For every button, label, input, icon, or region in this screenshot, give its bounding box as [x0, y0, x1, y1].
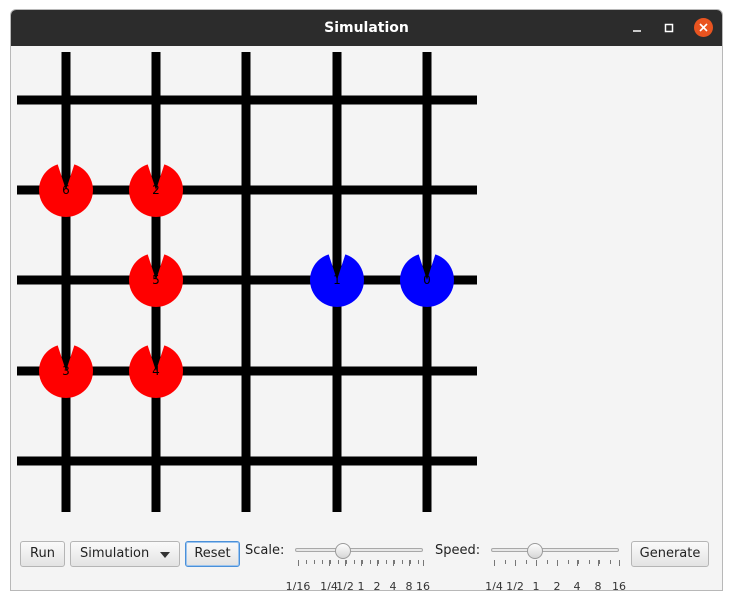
major-tick	[557, 560, 558, 566]
minor-tick	[322, 560, 323, 564]
major-tick	[536, 560, 537, 566]
major-tick	[598, 560, 599, 566]
agent-label: 6	[62, 183, 70, 197]
speed-label: Speed:	[435, 543, 481, 558]
tick-label: 4	[389, 580, 397, 591]
agent-label: 4	[152, 364, 160, 378]
maximize-button[interactable]	[659, 18, 679, 38]
speed-slider-track[interactable]	[491, 548, 619, 552]
run-button[interactable]: Run	[20, 541, 65, 567]
speed-slider-thumb[interactable]	[527, 543, 543, 559]
minor-tick	[370, 560, 371, 564]
minor-tick	[378, 560, 379, 564]
tick-label: 1/2	[336, 580, 354, 591]
minor-tick	[354, 560, 355, 564]
minor-tick	[418, 560, 419, 564]
scale-label: Scale:	[245, 543, 285, 558]
tick-label: 16	[612, 580, 626, 591]
agent-label: 0	[423, 273, 431, 287]
tick-label: 8	[594, 580, 602, 591]
tick-label: 2	[373, 580, 381, 591]
minor-tick	[505, 560, 506, 564]
major-tick	[345, 560, 346, 566]
agent-label: 3	[62, 364, 70, 378]
reset-button[interactable]: Reset	[185, 541, 240, 567]
major-tick	[619, 560, 620, 566]
major-tick	[361, 560, 362, 566]
major-tick	[393, 560, 394, 566]
tick-label: 1/2	[506, 580, 524, 591]
agent-label: 2	[152, 183, 160, 197]
minimize-button[interactable]	[627, 18, 647, 38]
minor-tick	[578, 560, 579, 564]
major-tick	[494, 560, 495, 566]
mode-select[interactable]: Simulation	[70, 541, 180, 567]
minor-tick	[526, 560, 527, 564]
scale-slider[interactable]: 1/16 1/4 1/2 1 2 4 8 16	[286, 543, 430, 590]
maximize-icon	[664, 23, 674, 33]
generate-button[interactable]: Generate	[631, 541, 709, 567]
speed-slider[interactable]: 1/4 1/2 1 2 4 8 16	[485, 543, 626, 590]
simulation-window: Simulation 6251034 Run Simulation Reset …	[10, 9, 723, 591]
close-icon	[699, 23, 708, 32]
minor-tick	[610, 560, 611, 564]
title-bar[interactable]: Simulation	[11, 10, 722, 46]
minor-tick	[568, 560, 569, 564]
minor-tick	[346, 560, 347, 564]
tick-label: 8	[405, 580, 413, 591]
simulation-canvas[interactable]: 6 2 5 1 0 3 4	[11, 46, 722, 532]
minor-tick	[306, 560, 307, 564]
minor-tick	[599, 560, 600, 564]
major-tick	[409, 560, 410, 566]
minor-tick	[394, 560, 395, 564]
close-button[interactable]	[694, 18, 713, 37]
major-tick	[329, 560, 330, 566]
chevron-down-icon	[160, 552, 170, 558]
minor-tick	[314, 560, 315, 564]
scale-slider-thumb[interactable]	[335, 543, 351, 559]
major-tick	[377, 560, 378, 566]
tick-label: 4	[573, 580, 581, 591]
major-tick	[577, 560, 578, 566]
scale-slider-track[interactable]	[295, 548, 423, 552]
minor-tick	[589, 560, 590, 564]
tick-label: 1/16	[285, 580, 311, 591]
minor-tick	[338, 560, 339, 564]
tick-label: 1	[532, 580, 540, 591]
window-title: Simulation	[324, 20, 409, 36]
minor-tick	[402, 560, 403, 564]
scale-ticks: 1/16 1/4 1/2 1 2 4 8 16	[286, 560, 430, 590]
major-tick	[515, 560, 516, 566]
agent-label: 5	[152, 273, 160, 287]
minor-tick	[330, 560, 331, 564]
speed-ticks: 1/4 1/2 1 2 4 8 16	[485, 560, 626, 590]
minor-tick	[547, 560, 548, 564]
minimize-icon	[633, 30, 641, 32]
tick-label: 2	[553, 580, 561, 591]
major-tick	[298, 560, 299, 566]
tick-label: 1	[357, 580, 365, 591]
minor-tick	[386, 560, 387, 564]
tick-label: 16	[416, 580, 430, 591]
minor-tick	[410, 560, 411, 564]
major-tick	[423, 560, 424, 566]
minor-tick	[362, 560, 363, 564]
mode-select-value: Simulation	[80, 546, 150, 561]
tick-label: 1/4	[485, 580, 503, 591]
agent-label: 1	[333, 273, 341, 287]
